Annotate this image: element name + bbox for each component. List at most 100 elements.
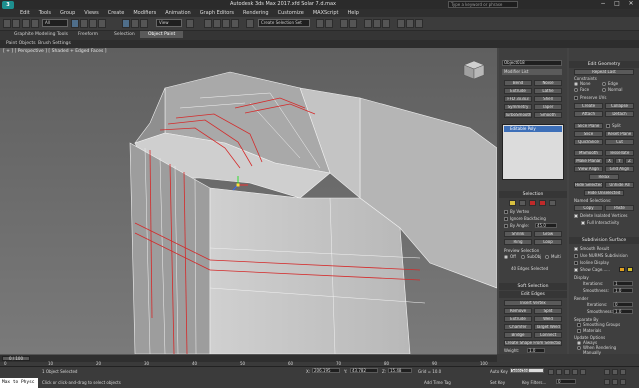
mirror-icon[interactable] [316, 19, 324, 28]
menu-tools[interactable]: Tools [39, 9, 51, 17]
modifier-list-dropdown[interactable]: Modifier List [502, 69, 562, 75]
menu-edit[interactable]: Edit [20, 9, 30, 17]
play-icon[interactable] [564, 369, 570, 375]
full-interactivity-checkbox[interactable] [581, 221, 585, 225]
render-setup-icon[interactable] [397, 19, 405, 28]
constraint-normal-radio[interactable] [602, 88, 606, 92]
maximize-button[interactable]: □ [610, 0, 624, 8]
zoom-all-icon[interactable] [612, 369, 618, 375]
rectangular-selection-icon[interactable] [89, 19, 97, 28]
undo-icon[interactable] [3, 19, 11, 28]
attach-button[interactable]: Attach [574, 111, 603, 117]
remove-button[interactable]: Remove [504, 308, 532, 314]
bend-button[interactable]: Bend [504, 80, 532, 86]
zoom-icon[interactable] [604, 369, 610, 375]
ribbon-toggle-icon[interactable] [349, 19, 357, 28]
polygon-mode-icon[interactable] [539, 200, 546, 206]
slice-button[interactable]: Slice [574, 131, 603, 137]
update-always-radio[interactable] [577, 341, 581, 345]
pan-icon[interactable] [612, 379, 618, 385]
maxscript-listener[interactable]: Max to Physc [0, 378, 38, 388]
stack-item-editable-poly[interactable]: Editable Poly [504, 126, 562, 132]
spinner-snap-icon[interactable] [231, 19, 239, 28]
hide-selected-button[interactable]: Hide Selected [574, 182, 603, 188]
smoothing-groups-checkbox[interactable] [577, 323, 581, 327]
next-frame-icon[interactable] [572, 369, 578, 375]
by-vertex-checkbox[interactable] [504, 210, 508, 214]
layer-explorer-icon[interactable] [340, 19, 348, 28]
unhide-all-button[interactable]: Unhide All [605, 182, 634, 188]
detach-button[interactable]: Detach [605, 111, 634, 117]
quickslice-button[interactable]: QuickSlice [574, 139, 603, 145]
turbosmooth-button[interactable]: TurboSmooth [504, 112, 532, 118]
chamfer-button[interactable]: Chamfer [504, 324, 532, 330]
reference-coordinate-dropdown[interactable]: View [156, 19, 182, 27]
display-iterations-spinner[interactable]: 1 [613, 281, 633, 286]
unlink-icon[interactable] [31, 19, 39, 28]
schematic-view-icon[interactable] [373, 19, 381, 28]
view-align-button[interactable]: View Align [574, 166, 603, 172]
grid-align-button[interactable]: Grid Align [605, 166, 634, 172]
ring-button[interactable]: Ring [504, 239, 532, 245]
key-mode-dropdown[interactable]: Selected [510, 368, 544, 373]
paste-button[interactable]: Paste [605, 205, 634, 211]
taper-button[interactable]: Taper [534, 104, 562, 110]
constraint-edge-radio[interactable] [602, 82, 606, 86]
symmetry-button[interactable]: Symmetry [504, 104, 532, 110]
materials-checkbox[interactable] [577, 329, 581, 333]
timeline[interactable]: 0 / 100 0 10 20 30 40 50 60 70 80 90 100 [0, 354, 497, 366]
close-button[interactable]: ✕ [624, 0, 638, 8]
previous-frame-icon[interactable] [556, 369, 562, 375]
preview-multi-radio[interactable] [545, 255, 549, 259]
weld-button[interactable]: Weld [534, 316, 562, 322]
menu-group[interactable]: Group [60, 9, 75, 17]
key-filters-button[interactable]: Key Filters... [522, 380, 546, 385]
named-selection-dropdown[interactable]: Create Selection Set [258, 19, 310, 27]
extrude-button[interactable]: Extrude [504, 88, 532, 94]
split-edge-button[interactable]: Split [534, 308, 562, 314]
noise-button[interactable]: Noise [534, 80, 562, 86]
delete-isolated-checkbox[interactable] [574, 214, 578, 218]
smooth-result-checkbox[interactable] [574, 247, 578, 251]
link-icon[interactable] [22, 19, 30, 28]
set-key-label[interactable]: Set Key [490, 380, 505, 385]
tessellate-button[interactable]: Tessellate [605, 150, 634, 156]
snaps-toggle-icon[interactable] [204, 19, 212, 28]
cage-color-swatch[interactable] [619, 267, 625, 272]
select-scale-icon[interactable] [140, 19, 148, 28]
angle-spinner[interactable]: 45.0 [535, 223, 557, 228]
show-cage-checkbox[interactable] [574, 268, 578, 272]
material-editor-icon[interactable] [382, 19, 390, 28]
soft-selection-rollout-header[interactable]: Soft Selection [499, 283, 567, 290]
edit-geometry-header[interactable]: Edit Geometry [569, 61, 639, 68]
isoline-display-checkbox[interactable] [574, 261, 578, 265]
go-to-end-icon[interactable] [580, 369, 586, 375]
select-move-icon[interactable] [122, 19, 130, 28]
edge-mode-icon[interactable] [519, 200, 526, 206]
auto-key-label[interactable]: Auto Key [490, 369, 508, 374]
by-angle-checkbox[interactable] [504, 224, 508, 228]
preserve-uvs-checkbox[interactable] [574, 96, 578, 100]
use-nurms-checkbox[interactable] [574, 254, 578, 258]
subtab-paint-objects[interactable]: Paint Objects [6, 41, 36, 46]
menu-views[interactable]: Views [84, 9, 98, 17]
menu-create[interactable]: Create [108, 9, 125, 17]
planar-y-button[interactable]: Y [615, 158, 624, 164]
pivot-icon[interactable] [186, 19, 194, 28]
smooth-button[interactable]: Smooth [534, 112, 562, 118]
menu-maxscript[interactable]: MAXScript [313, 9, 339, 17]
angle-snap-icon[interactable] [213, 19, 221, 28]
edit-named-sets-icon[interactable] [246, 19, 254, 28]
preview-subobj-radio[interactable] [521, 255, 525, 259]
orbit-icon[interactable] [620, 379, 626, 385]
repeat-last-button[interactable]: Repeat Last [574, 69, 634, 75]
tab-freeform[interactable]: Freeform [78, 32, 98, 37]
msmooth-button[interactable]: MSmooth [574, 150, 603, 156]
make-planar-button[interactable]: Make Planar [574, 158, 603, 164]
shrink-button[interactable]: Shrink [504, 231, 532, 237]
select-object-icon[interactable] [71, 19, 79, 28]
edit-edges-rollout-header[interactable]: Edit Edges [499, 291, 567, 298]
menu-customize[interactable]: Customize [278, 9, 304, 17]
target-weld-button[interactable]: Target Weld [534, 324, 562, 330]
create-button[interactable]: Create [574, 103, 603, 109]
